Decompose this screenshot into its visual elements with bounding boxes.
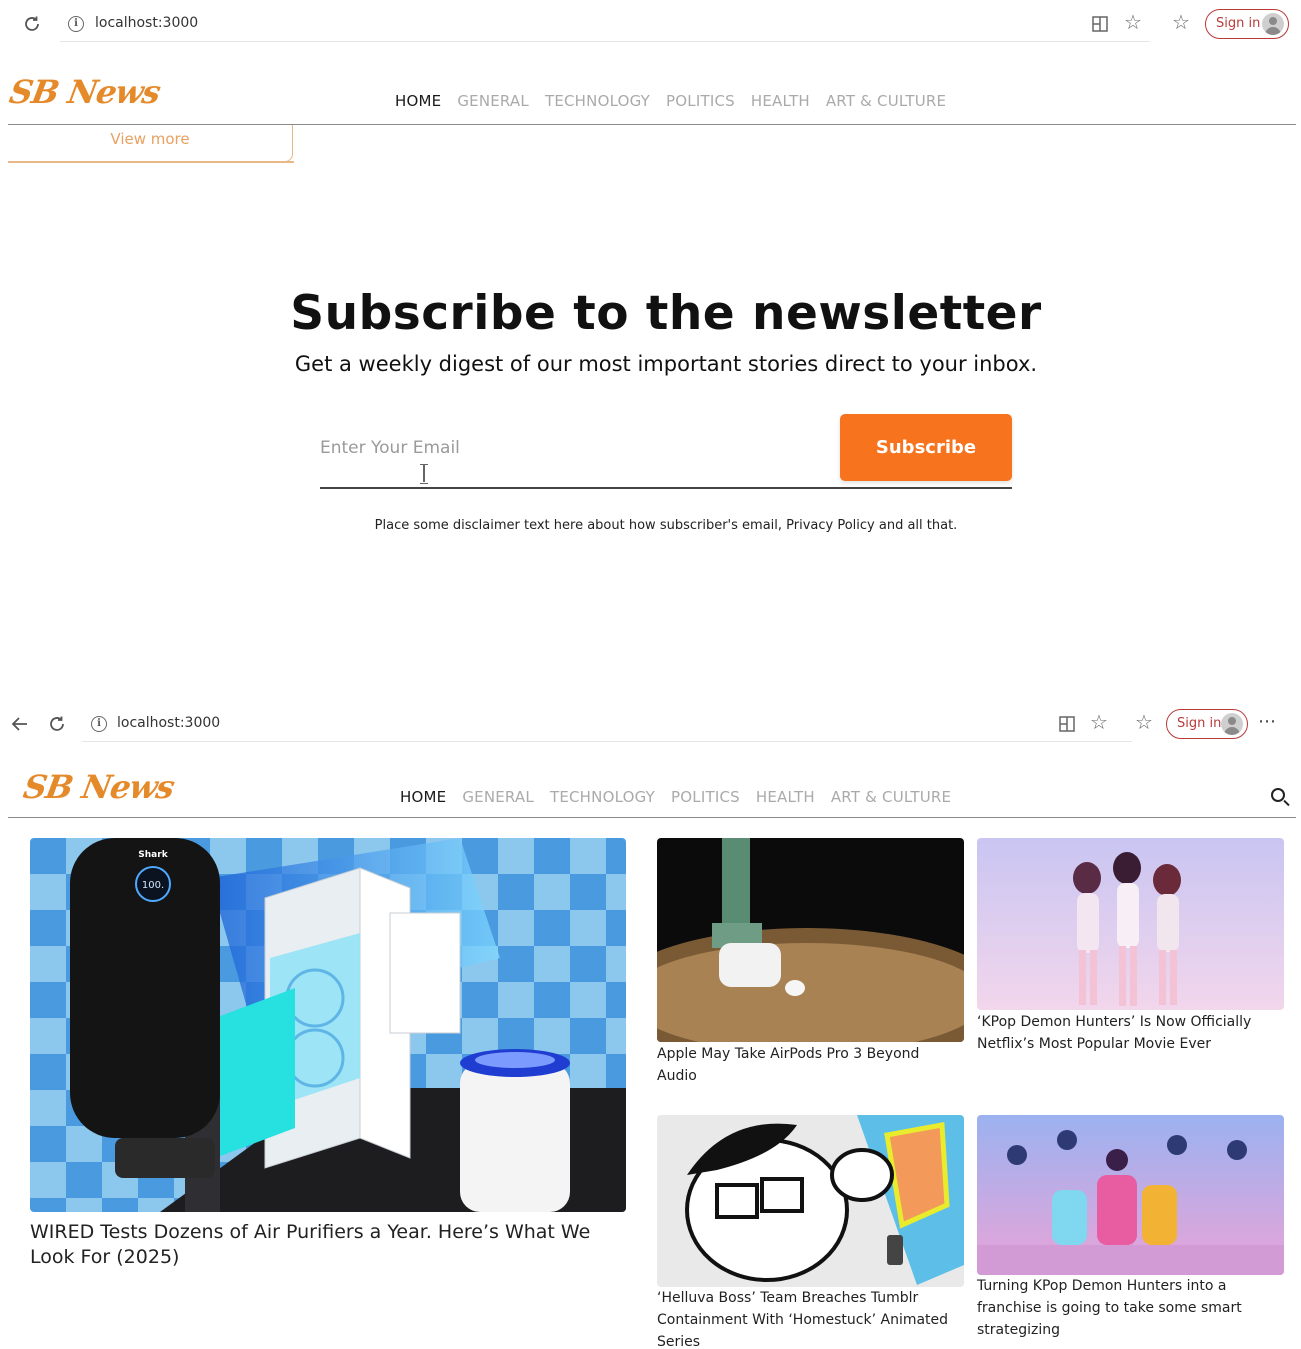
main-nav: HOME GENERAL TECHNOLOGY POLITICS HEALTH … (395, 92, 946, 110)
sign-in-button[interactable]: Sign in (1205, 9, 1289, 39)
favorite-star-icon[interactable]: ☆ (1090, 713, 1108, 733)
nav-health[interactable]: HEALTH (756, 788, 815, 806)
kpop-photo (977, 838, 1284, 1010)
nav-politics[interactable]: POLITICS (671, 788, 740, 806)
newsletter-form: Subscribe (320, 414, 1012, 489)
purifier-display-text: 100. (142, 880, 164, 891)
newsletter-title: Subscribe to the newsletter (290, 286, 1042, 341)
nav-home[interactable]: HOME (395, 92, 441, 110)
nav-general[interactable]: GENERAL (457, 92, 529, 110)
nav-general[interactable]: GENERAL (462, 788, 534, 806)
url-bar-underline (60, 41, 1150, 42)
hero-article-image[interactable]: 100. Shark (30, 838, 626, 1212)
sign-in-label: Sign in (1216, 16, 1261, 31)
air-purifier-illustration: 100. Shark (30, 838, 626, 1212)
nav-home[interactable]: HOME (400, 788, 446, 806)
site-info-icon[interactable]: i (91, 716, 107, 732)
site-logo[interactable]: SB News (7, 73, 163, 111)
subscribe-button[interactable]: Subscribe (840, 414, 1012, 481)
site-header-2: SB News HOME GENERAL TECHNOLOGY POLITICS… (8, 758, 1296, 818)
purifier-brand-text: Shark (138, 850, 168, 860)
split-screen-icon[interactable] (1091, 15, 1109, 33)
favorites-list-icon[interactable]: ☆ (1135, 713, 1153, 733)
airpods-photo (657, 838, 964, 1042)
back-arrow-icon[interactable] (10, 714, 30, 734)
view-more-button[interactable]: View more (8, 125, 294, 163)
nav-art-culture[interactable]: ART & CULTURE (831, 788, 951, 806)
view-more-label: View more (110, 130, 190, 148)
text-cursor-icon (420, 464, 428, 484)
nav-technology[interactable]: TECHNOLOGY (545, 92, 650, 110)
nav-health[interactable]: HEALTH (751, 92, 810, 110)
article-title-kpop[interactable]: ‘KPop Demon Hunters’ Is Now Officially N… (977, 1011, 1277, 1055)
url-text-2[interactable]: localhost:3000 (117, 715, 220, 731)
article-title-airpods[interactable]: Apple May Take AirPods Pro 3 Beyond Audi… (657, 1043, 957, 1087)
profile-avatar-icon (1221, 713, 1243, 735)
newsletter-disclaimer: Place some disclaimer text here about ho… (374, 518, 958, 533)
nav-technology[interactable]: TECHNOLOGY (550, 788, 655, 806)
browser-toolbar-top: i localhost:3000 ☆ ☆ Sign in (0, 0, 1301, 46)
site-header: SB News HOME GENERAL TECHNOLOGY POLITICS… (7, 65, 1296, 125)
hero-article-title[interactable]: WIRED Tests Dozens of Air Purifiers a Ye… (30, 1220, 630, 1270)
split-screen-icon[interactable] (1058, 715, 1076, 733)
more-options-icon[interactable]: ⋯ (1258, 712, 1276, 730)
url-bar-underline (82, 741, 1132, 742)
article-image-kpop[interactable] (977, 838, 1284, 1010)
article-image-homestuck[interactable] (657, 1115, 964, 1287)
address-row: i localhost:3000 ☆ ☆ Sign in (0, 0, 1301, 46)
article-title-homestuck[interactable]: ‘Helluva Boss’ Team Breaches Tumblr Cont… (657, 1287, 957, 1349)
article-image-kpop-franchise[interactable] (977, 1115, 1284, 1275)
sign-in-label: Sign in (1177, 716, 1222, 731)
homestuck-cartoon (657, 1115, 964, 1287)
browser-toolbar-bottom: i localhost:3000 ☆ ☆ Sign in ⋯ (0, 700, 1301, 746)
kpop-franchise-image (977, 1115, 1284, 1275)
favorites-list-icon[interactable]: ☆ (1172, 13, 1190, 33)
site-info-icon[interactable]: i (68, 16, 84, 32)
address-row-2: i localhost:3000 ☆ ☆ Sign in ⋯ (0, 700, 1301, 746)
nav-art-culture[interactable]: ART & CULTURE (826, 92, 946, 110)
newsletter-subtitle: Get a weekly digest of our most importan… (294, 352, 1038, 376)
email-field[interactable] (320, 432, 820, 464)
profile-avatar-icon (1262, 13, 1284, 35)
reload-icon[interactable] (22, 14, 42, 34)
article-image-airpods[interactable] (657, 838, 964, 1042)
url-text[interactable]: localhost:3000 (95, 15, 198, 31)
nav-politics[interactable]: POLITICS (666, 92, 735, 110)
reload-icon[interactable] (47, 714, 67, 734)
site-logo[interactable]: SB News (21, 768, 177, 806)
sign-in-button[interactable]: Sign in (1166, 709, 1248, 739)
article-title-kpop-franchise[interactable]: Turning KPop Demon Hunters into a franch… (977, 1275, 1277, 1341)
main-nav-2: HOME GENERAL TECHNOLOGY POLITICS HEALTH … (400, 788, 951, 806)
search-icon[interactable] (1271, 788, 1285, 802)
favorite-star-icon[interactable]: ☆ (1124, 13, 1142, 33)
